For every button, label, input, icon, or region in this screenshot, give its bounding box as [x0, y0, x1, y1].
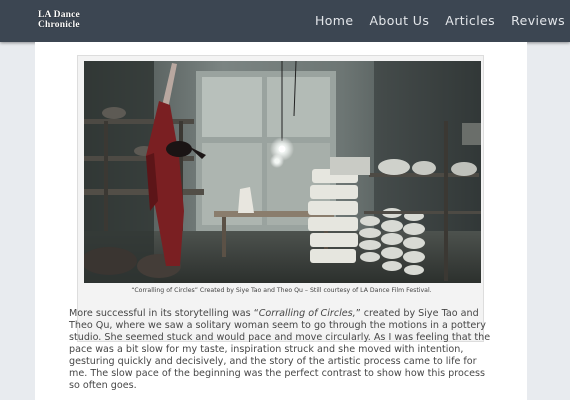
nav-reviews-link[interactable]: Reviews — [511, 13, 565, 28]
nav-articles-link[interactable]: Articles — [445, 13, 495, 28]
article-paragraph: More successful in its storytelling was … — [69, 308, 493, 392]
figure-caption: “Corralling of Circles” Created by Siye … — [131, 287, 432, 294]
site-logo[interactable]: LA Dance Chronicle — [38, 10, 80, 30]
paragraph-intro: More successful in its storytelling was … — [69, 308, 259, 319]
article-figure: “Corralling of Circles” Created by Siye … — [77, 55, 484, 342]
nav-about-us-link[interactable]: About Us — [369, 13, 429, 28]
pottery-studio-still — [84, 61, 481, 283]
logo-line-2: Chronicle — [38, 19, 80, 30]
work-title: Corralling of Circles, — [258, 308, 356, 319]
article-photo — [84, 61, 481, 283]
paragraph-body: ” created by Siye Tao and Theo Qu, where… — [69, 308, 491, 391]
nav-home-link[interactable]: Home — [315, 13, 354, 28]
site-header: LA Dance Chronicle Home About Us Article… — [0, 0, 570, 42]
main-nav: Home About Us Articles Reviews — [315, 13, 570, 28]
article-content: “Corralling of Circles” Created by Siye … — [35, 42, 527, 400]
